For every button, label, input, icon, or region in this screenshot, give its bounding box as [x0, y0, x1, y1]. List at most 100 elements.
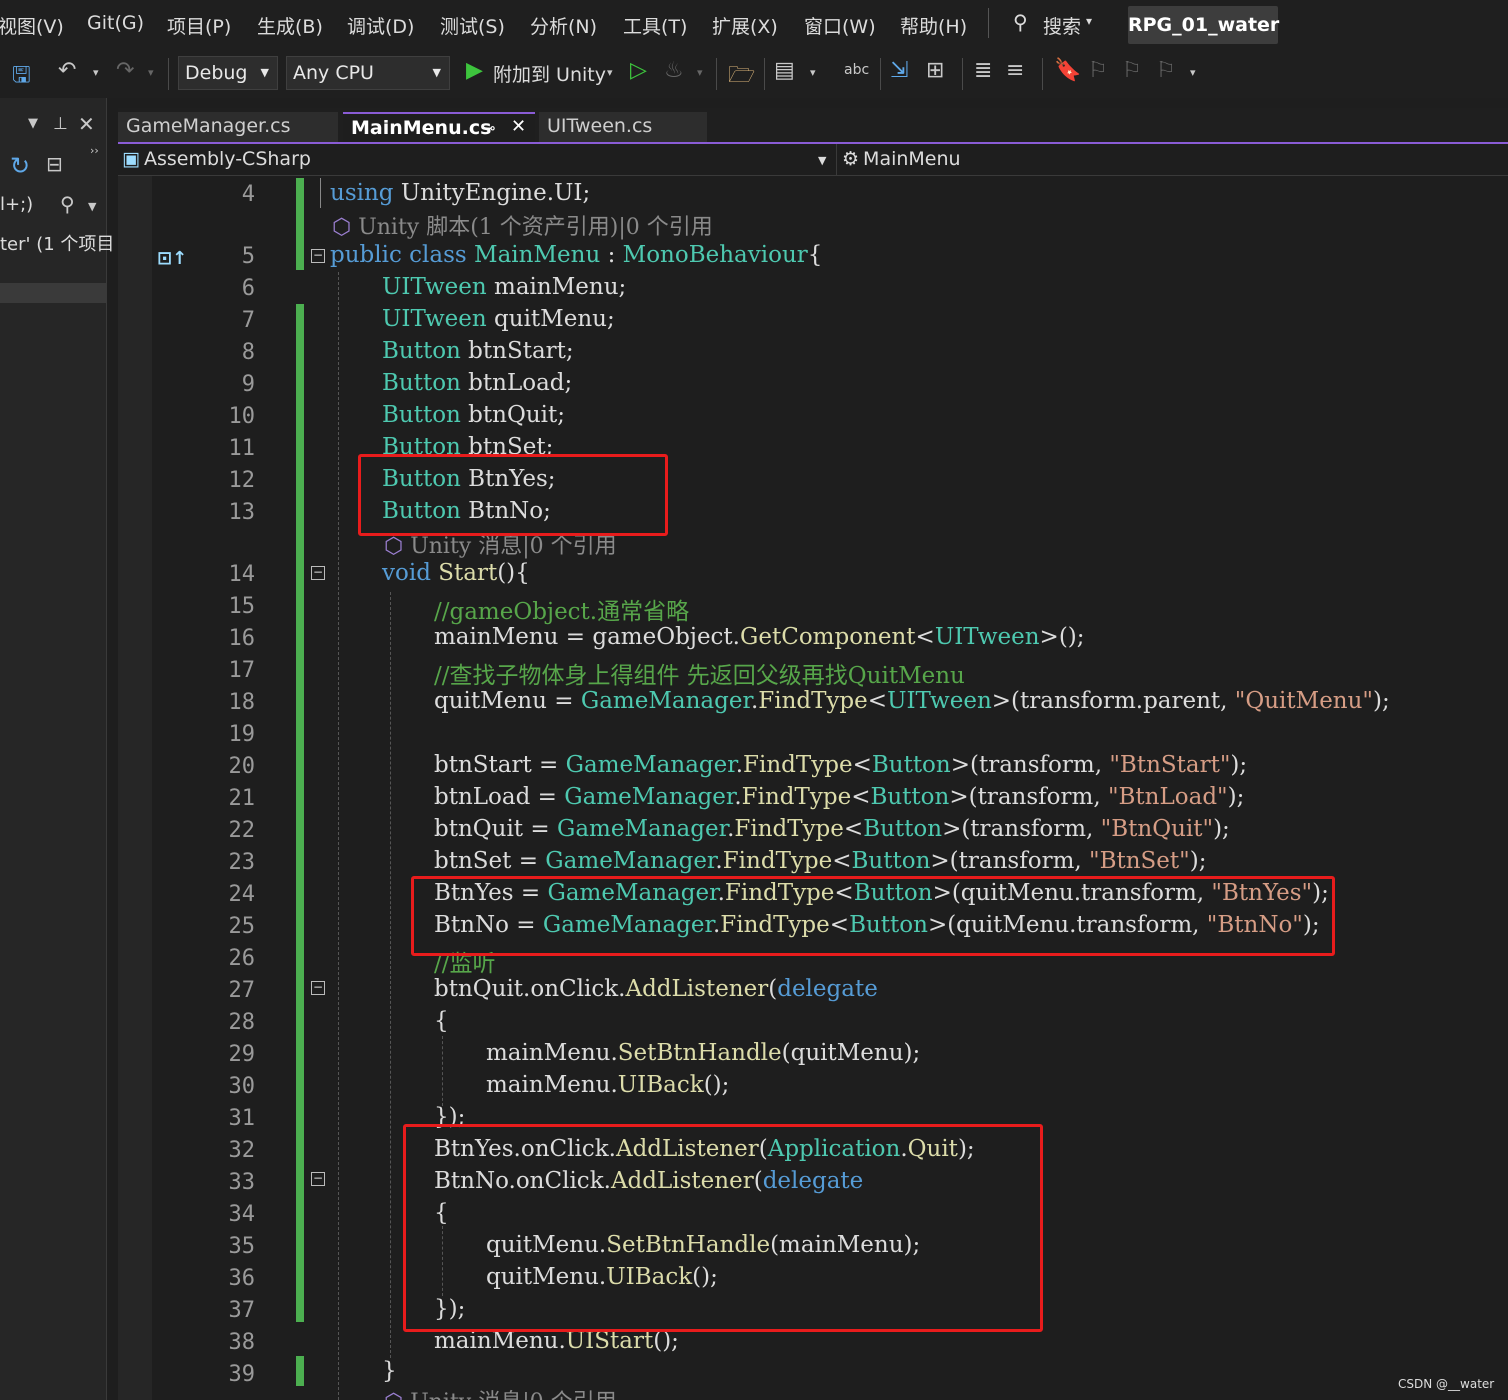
search-icon[interactable]: ⚲	[60, 192, 75, 216]
document-tabs: GameManager.cs MainMenu.cs ⊸ ✕ UITween.c…	[118, 108, 1508, 142]
start-without-debug-icon[interactable]: ▷	[630, 58, 647, 83]
line-number: 26	[228, 946, 256, 971]
refresh-icon[interactable]: ↻	[10, 152, 30, 180]
tab-label: MainMenu.cs	[351, 117, 492, 139]
layout-caret-icon[interactable]: ▾	[810, 66, 816, 79]
menu-debug[interactable]: 调试(D)	[347, 12, 414, 39]
platform-select[interactable]: Any CPU ▼	[286, 56, 450, 90]
line-number: 25	[228, 914, 256, 939]
toolbar: 🖫 ↶ ▾ ↷ ▾ Debug ▼ Any CPU ▼ ▶ 附加到 Unity …	[0, 50, 1508, 98]
indent-guide	[442, 1036, 443, 1106]
tab-label: GameManager.cs	[126, 115, 291, 137]
line-number: 11	[228, 436, 256, 461]
config-select[interactable]: Debug ▼	[178, 56, 278, 90]
menu-analyze[interactable]: 分析(N)	[530, 12, 597, 39]
tree-selected-row[interactable]	[0, 283, 106, 303]
format-icon[interactable]: ⊞	[926, 58, 944, 83]
menu-build[interactable]: 生成(B)	[257, 12, 323, 39]
codelens-references[interactable]: ⬡ Unity 消息|0 个引用	[384, 1384, 617, 1400]
change-indicator	[296, 304, 304, 1322]
toolbar-separator	[1042, 58, 1043, 90]
menu-view[interactable]: 视图(V)	[0, 12, 64, 39]
code-line: void Start(){	[382, 560, 530, 586]
codelens-references[interactable]: ⬡ Unity 脚本(1 个资产引用)|0 个引用	[332, 209, 713, 241]
line-number: 35	[228, 1234, 256, 1259]
search-caret-icon[interactable]: ▼	[88, 200, 96, 213]
hot-reload-caret-icon[interactable]: ▾	[697, 66, 703, 79]
search-label[interactable]: 搜索	[1043, 12, 1081, 39]
attach-caret-icon[interactable]: ▾	[607, 66, 613, 79]
panel-menu-icon[interactable]: ▼	[28, 116, 38, 131]
line-number: 18	[228, 690, 256, 715]
uncomment-lines-icon[interactable]: ≡	[1006, 58, 1024, 83]
save-all-icon[interactable]: 🖫	[12, 58, 31, 96]
line-number: 34	[228, 1202, 256, 1227]
toolbar-overflow-icon[interactable]: ▾	[1190, 66, 1196, 79]
chevron-down-icon[interactable]: ▼	[818, 154, 826, 167]
line-number: 29	[228, 1042, 256, 1067]
tab-gamemanager[interactable]: GameManager.cs	[118, 112, 338, 142]
close-icon[interactable]: ✕	[511, 113, 526, 141]
code-line: btnQuit.onClick.AddListener(delegate	[434, 976, 878, 1002]
attach-unity-button[interactable]: 附加到 Unity	[493, 60, 606, 87]
undo-icon[interactable]: ↶	[58, 58, 76, 83]
highlight-box-fields	[358, 454, 668, 536]
pin-icon[interactable]: ⊸	[483, 114, 496, 142]
collapse-icon[interactable]: −	[311, 1172, 325, 1186]
line-number: 8	[241, 340, 255, 365]
line-number: 22	[228, 818, 256, 843]
redo-icon[interactable]: ↷	[116, 58, 134, 83]
collapse-icon[interactable]: −	[311, 249, 325, 263]
menu-extensions[interactable]: 扩展(X)	[712, 12, 778, 39]
project-name-badge[interactable]: RPG_01_water	[1128, 6, 1279, 44]
menu-test[interactable]: 测试(S)	[440, 12, 505, 39]
tab-uitween[interactable]: UITween.cs	[539, 112, 707, 142]
pin-icon[interactable]: ⊥	[53, 114, 68, 134]
search-caret-icon[interactable]: ▾	[1086, 14, 1092, 28]
prev-bookmark-icon[interactable]: ⚐	[1088, 58, 1108, 83]
play-icon[interactable]: ▶	[466, 58, 483, 83]
filter-text[interactable]: l+;)	[0, 194, 33, 215]
unity-cube-icon: ⬡	[332, 215, 352, 240]
step-icon[interactable]: ⇲	[890, 58, 908, 83]
line-number: 6	[241, 276, 255, 301]
menu-help[interactable]: 帮助(H)	[900, 12, 967, 39]
menu-project[interactable]: 项目(P)	[167, 12, 231, 39]
overflow-icon[interactable]: ››	[90, 144, 99, 157]
search-icon[interactable]: ⚲	[1013, 10, 1028, 34]
comment-lines-icon[interactable]: ≣	[974, 58, 992, 83]
bookmark-icon[interactable]: 🔖	[1054, 58, 1081, 83]
menu-git[interactable]: Git(G)	[87, 12, 144, 34]
code-line: Button btnStart;	[382, 338, 574, 364]
line-number: 7	[241, 308, 255, 333]
collapse-all-icon[interactable]: ⊟	[46, 152, 63, 176]
spellcheck-icon[interactable]: abc	[844, 62, 869, 78]
toolbar-separator	[168, 58, 169, 90]
line-number: 27	[228, 978, 256, 1003]
next-bookmark-icon[interactable]: ⚐	[1122, 58, 1142, 83]
collapse-icon[interactable]: −	[311, 566, 325, 580]
unity-event-icon[interactable]: ⊡↑	[157, 248, 187, 269]
nav-divider	[836, 144, 837, 176]
open-folder-icon[interactable]: 🗁	[728, 58, 755, 96]
toolbar-separator	[880, 58, 881, 90]
line-number: 21	[228, 786, 256, 811]
project-dropdown[interactable]: ▣ Assembly-CSharp	[122, 148, 311, 170]
undo-caret-icon[interactable]: ▾	[93, 66, 99, 79]
code-line: mainMenu.SetBtnHandle(quitMenu);	[486, 1040, 921, 1066]
window-layout-icon[interactable]: ▤	[774, 58, 795, 83]
close-icon[interactable]: ✕	[78, 112, 95, 136]
code-line: using UnityEngine.UI;	[330, 180, 591, 206]
tree-item-label[interactable]: ter' (1 个项目	[0, 230, 114, 256]
clear-bookmarks-icon[interactable]: ⚐	[1156, 58, 1176, 83]
redo-caret-icon[interactable]: ▾	[148, 66, 154, 79]
tab-mainmenu[interactable]: MainMenu.cs ⊸ ✕	[343, 112, 535, 142]
highlight-box-listeners	[403, 1124, 1043, 1332]
line-number: 17	[228, 658, 256, 683]
type-dropdown[interactable]: ⚙ MainMenu	[842, 148, 961, 170]
hot-reload-icon[interactable]: ♨	[664, 58, 684, 83]
menu-window[interactable]: 窗口(W)	[804, 12, 876, 39]
code-line: btnQuit = GameManager.FindType<Button>(t…	[434, 816, 1230, 842]
menu-tools[interactable]: 工具(T)	[623, 12, 687, 39]
collapse-icon[interactable]: −	[311, 981, 325, 995]
